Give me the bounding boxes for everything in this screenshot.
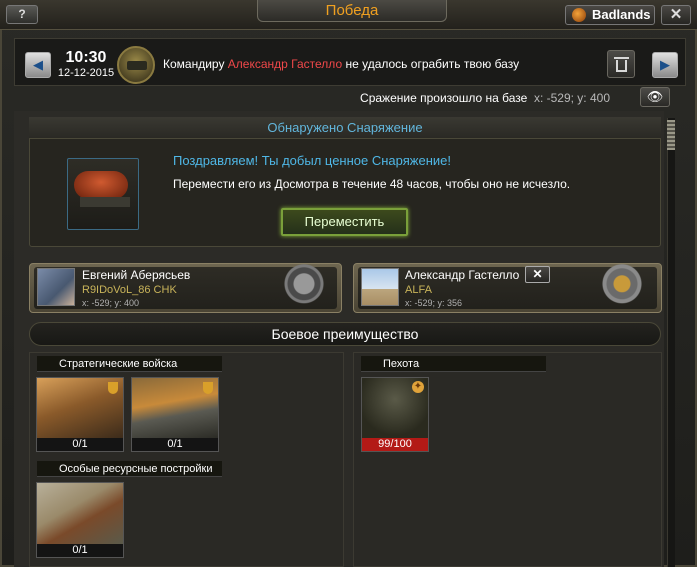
trash-icon-body [616,60,627,72]
player-alliance[interactable]: ALFA [405,284,432,296]
unit-tile[interactable]: 0/1 [131,377,219,452]
message-time: 10:30 [65,49,107,66]
next-message-button[interactable]: ▶ [652,52,678,78]
window-title: Победа [257,0,447,22]
message-date: 12-12-2015 [57,67,115,79]
battle-report-icon [117,46,155,84]
category-title: Особые ресурсные постройки [59,463,213,475]
category-title: Стратегические войска [59,358,178,370]
battle-location-row: Сражение произошло на базе x: -529; y: 4… [14,87,686,109]
tank-truck-icon [74,171,128,199]
battle-coords[interactable]: x: -529; y: 400 [534,91,610,105]
unit-tile[interactable]: 0/1 [36,377,124,452]
equipment-thumbnail[interactable] [67,158,139,230]
commander-name[interactable]: Александр Гастелло [228,57,342,71]
shield-icon [108,382,118,394]
avatar[interactable] [37,268,75,306]
unit-count: 0/1 [37,438,123,451]
globe-icon [572,8,586,22]
scrollbar-thumb[interactable] [667,120,675,150]
equipment-title: Поздравляем! Ты добыл ценное Снаряжение! [173,153,451,168]
category-header: Стратегические войска [37,356,222,372]
rank-badge-icon [602,264,642,308]
player-name[interactable]: Александр Гастелло [405,268,519,282]
server-label: Badlands [592,7,651,22]
resource-building-icon [37,483,123,544]
message-prefix: Командиру [163,57,228,71]
eye-icon: 👁 [646,89,664,104]
category-header: Особые ресурсные постройки [37,461,222,477]
close-icon[interactable]: ✕ [525,266,550,283]
battle-location-label: Сражение произошло на базе [360,91,528,105]
equipment-description: Перемести его из Досмотра в течение 48 ч… [173,177,571,191]
category-title: Пехота [383,358,420,370]
delete-button[interactable] [607,50,635,78]
prev-message-button[interactable]: ◀ [25,52,51,78]
unit-count: 0/1 [132,438,218,451]
category-header: Пехота [361,356,546,372]
view-base-button[interactable]: 👁 [640,87,670,107]
message-text: Командиру Александр Гастелло не удалось … [163,57,519,71]
unit-count: 99/100 [362,438,428,451]
battle-location-text: Сражение произошло на базе x: -529; y: 4… [360,91,610,105]
unit-tile[interactable]: 0/1 [36,482,124,558]
player-name[interactable]: Евгений Аберясьев [82,268,190,282]
close-button[interactable]: ✕ [661,5,691,25]
player-coords[interactable]: x: -529; y: 400 [82,298,139,308]
unit-count: 0/1 [37,544,123,557]
rank-badge-icon [284,264,324,308]
server-button[interactable]: Badlands [565,5,655,25]
unit-tile[interactable]: ✦ 99/100 [361,377,429,452]
equipment-header: Обнаружено Снаряжение [29,117,661,139]
truck-chassis-icon [80,197,130,207]
player-alliance[interactable]: R9IDoVoL_86 CHK [82,284,177,296]
combat-advantage-header: Боевое преимущество [29,322,661,346]
message-suffix: не удалось ограбить твою базу [342,57,520,71]
star-icon: ✦ [412,381,424,393]
avatar[interactable] [361,268,399,306]
trash-icon [614,57,629,59]
move-button[interactable]: Переместить [281,208,408,236]
scrollbar[interactable] [667,118,675,567]
player-coords[interactable]: x: -529; y: 356 [405,298,462,308]
help-button[interactable]: ? [6,5,38,24]
shield-icon [203,382,213,394]
